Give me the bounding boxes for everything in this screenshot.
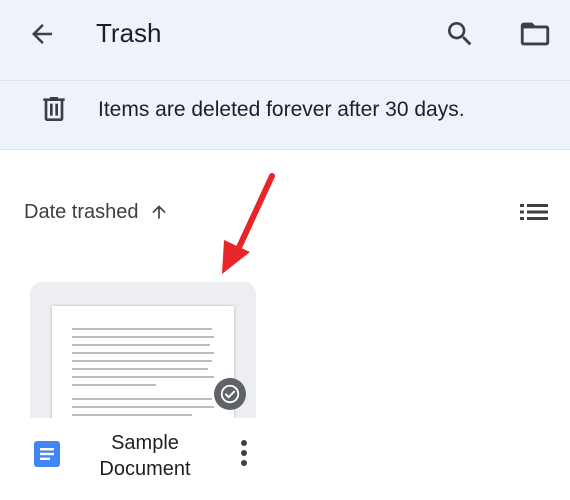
trash-info-banner: Items are deleted forever after 30 days.	[0, 80, 570, 150]
search-button[interactable]	[440, 14, 480, 54]
list-view-button[interactable]	[516, 197, 552, 227]
arrow-back-icon	[32, 24, 52, 44]
back-button[interactable]	[22, 16, 62, 52]
annotation-arrow	[222, 173, 275, 274]
sort-bar: Date trashed	[0, 195, 570, 229]
more-vert-icon	[241, 440, 247, 466]
list-view-icon	[520, 204, 548, 220]
sort-label: Date trashed	[24, 200, 139, 223]
page-title: Trash	[96, 18, 162, 48]
offline-badge	[214, 378, 246, 410]
file-info-row: Sample Document	[0, 420, 570, 500]
shared-offline-badge-icon	[220, 384, 240, 404]
banner-message: Items are deleted forever after 30 days.	[98, 98, 465, 121]
trash-icon	[43, 97, 65, 121]
arrow-up-icon	[151, 205, 166, 219]
file-name[interactable]: Sample Document	[90, 430, 200, 482]
folder-button[interactable]	[513, 14, 557, 54]
file-name-line2: Document	[99, 458, 191, 480]
google-docs-icon	[34, 441, 60, 467]
folder-icon	[520, 22, 550, 46]
more-options-button[interactable]	[230, 438, 258, 468]
search-icon	[448, 22, 472, 46]
sort-button[interactable]: Date trashed	[24, 195, 169, 229]
file-name-line1: Sample	[111, 432, 179, 454]
app-bar: Trash	[0, 0, 570, 80]
document-preview	[52, 306, 234, 418]
